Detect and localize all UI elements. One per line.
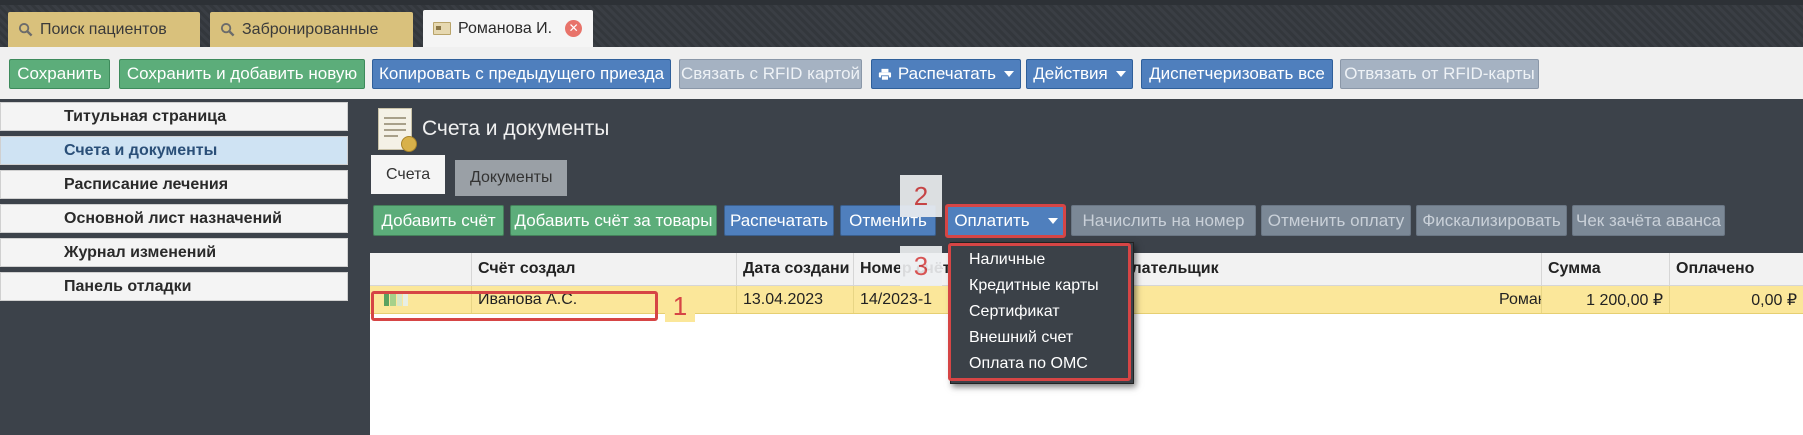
pay-dropdown-button[interactable]: Оплатить bbox=[946, 205, 1066, 236]
add-goods-invoice-button[interactable]: Добавить счёт за товары bbox=[510, 205, 717, 236]
close-icon[interactable]: ✕ bbox=[565, 20, 583, 37]
sidebar-item-invoices-documents[interactable]: Счета и документы bbox=[0, 136, 348, 165]
save-and-add-new-button[interactable]: Сохранить и добавить новую bbox=[119, 59, 365, 89]
menu-item-oms-payment[interactable]: Оплата по ОМС bbox=[969, 355, 1088, 373]
tab-label: Забронированные bbox=[242, 20, 379, 38]
advance-offset-receipt-button[interactable]: Чек зачёта аванса bbox=[1572, 205, 1725, 236]
print-dropdown-button[interactable]: Распечатать bbox=[871, 59, 1021, 89]
row-paid-cell: 0,00 ₽ bbox=[1669, 286, 1803, 313]
search-icon bbox=[18, 22, 33, 37]
pay-dropdown-menu: Наличные Кредитные карты Сертификат Внеш… bbox=[950, 242, 1134, 384]
dispatch-all-button[interactable]: Диспетчеризовать все bbox=[1141, 59, 1333, 89]
menu-item-credit-cards[interactable]: Кредитные карты bbox=[969, 277, 1099, 295]
chevron-down-icon bbox=[1004, 71, 1014, 77]
link-rfid-card-button[interactable]: Связать с RFID картой bbox=[679, 59, 862, 89]
main-toolbar: Сохранить Сохранить и добавить новую Коп… bbox=[0, 47, 1803, 99]
tab-reserved[interactable]: Забронированные bbox=[210, 12, 413, 47]
column-header-creator[interactable]: Счёт создал bbox=[471, 253, 736, 285]
tab-invoices[interactable]: Счета bbox=[371, 155, 446, 194]
column-header-sum[interactable]: Сумма bbox=[1541, 253, 1669, 285]
unlink-rfid-card-button[interactable]: Отвязать от RFID-карты bbox=[1340, 59, 1539, 89]
print-invoice-button[interactable]: Распечатать bbox=[724, 205, 834, 236]
section-header: Счета и документы bbox=[378, 106, 609, 152]
window-top-strip bbox=[0, 0, 1803, 5]
column-header-paid[interactable]: Оплачено bbox=[1669, 253, 1803, 285]
row-creator-cell: Иванова А.С. bbox=[471, 286, 736, 313]
row-sum-cell: 1 200,00 ₽ bbox=[1541, 286, 1669, 313]
tab-label: Поиск пациентов bbox=[40, 20, 167, 38]
add-invoice-button[interactable]: Добавить счёт bbox=[373, 205, 504, 236]
tab-patient-romanova[interactable]: Романова И. ✕ bbox=[423, 10, 593, 47]
fiscalize-button[interactable]: Фискализировать bbox=[1416, 205, 1567, 236]
page-title: Счета и документы bbox=[422, 117, 610, 140]
chevron-down-icon bbox=[1115, 71, 1126, 77]
column-header-date[interactable]: Дата создани bbox=[736, 253, 853, 285]
chevron-down-icon bbox=[1047, 217, 1058, 224]
tab-patient-search[interactable]: Поиск пациентов bbox=[8, 12, 200, 47]
step-3-label: 3 bbox=[900, 246, 942, 286]
row-status-cell bbox=[370, 286, 471, 313]
copy-from-previous-visit-button[interactable]: Копировать с предыдущего приезда bbox=[372, 59, 671, 89]
menu-item-certificate[interactable]: Сертификат bbox=[969, 303, 1060, 321]
invoice-status-icon bbox=[384, 293, 408, 306]
patient-tabs-bar: Поиск пациентов Забронированные Романова… bbox=[0, 0, 1803, 47]
sidebar-item-title-page[interactable]: Титульная страница bbox=[0, 102, 348, 131]
printer-icon bbox=[878, 68, 892, 81]
tab-documents[interactable]: Документы bbox=[455, 160, 568, 196]
actions-label: Действия bbox=[1033, 64, 1108, 83]
print-label: Распечатать bbox=[897, 64, 996, 83]
save-button[interactable]: Сохранить bbox=[9, 59, 110, 89]
invoice-toolbar: Добавить счёт Добавить счёт за товары Ра… bbox=[367, 196, 1803, 246]
row-date-cell: 13.04.2023 bbox=[736, 286, 853, 313]
sidebar-item-debug-panel[interactable]: Панель отладки bbox=[0, 272, 348, 301]
patient-card-icon bbox=[433, 22, 451, 35]
sidebar-item-treatment-schedule[interactable]: Расписание лечения bbox=[0, 170, 348, 199]
charge-to-room-button[interactable]: Начислить на номер bbox=[1071, 205, 1256, 236]
documents-icon bbox=[378, 108, 417, 152]
cancel-payment-button[interactable]: Отменить оплату bbox=[1261, 205, 1411, 236]
step-2-label: 2 bbox=[900, 175, 942, 217]
pay-label: Оплатить bbox=[954, 210, 1030, 230]
tab-label: Романова И. bbox=[458, 19, 553, 37]
row-payer-cell: Романова Инга (14/2023) bbox=[1113, 286, 1541, 313]
sidebar-item-change-log[interactable]: Журнал изменений bbox=[0, 238, 348, 267]
step-1-label: 1 bbox=[665, 290, 695, 322]
menu-item-cash[interactable]: Наличные bbox=[969, 251, 1045, 269]
actions-dropdown-button[interactable]: Действия bbox=[1026, 59, 1133, 89]
menu-item-external-account[interactable]: Внешний счет bbox=[969, 329, 1073, 347]
column-header-status[interactable] bbox=[370, 253, 471, 285]
sidebar-item-main-prescriptions[interactable]: Основной лист назначений bbox=[0, 204, 348, 233]
column-header-payer[interactable]: Плательщик bbox=[1113, 253, 1541, 285]
sidebar: Титульная страница Счета и документы Рас… bbox=[0, 99, 355, 435]
search-icon bbox=[220, 22, 235, 37]
